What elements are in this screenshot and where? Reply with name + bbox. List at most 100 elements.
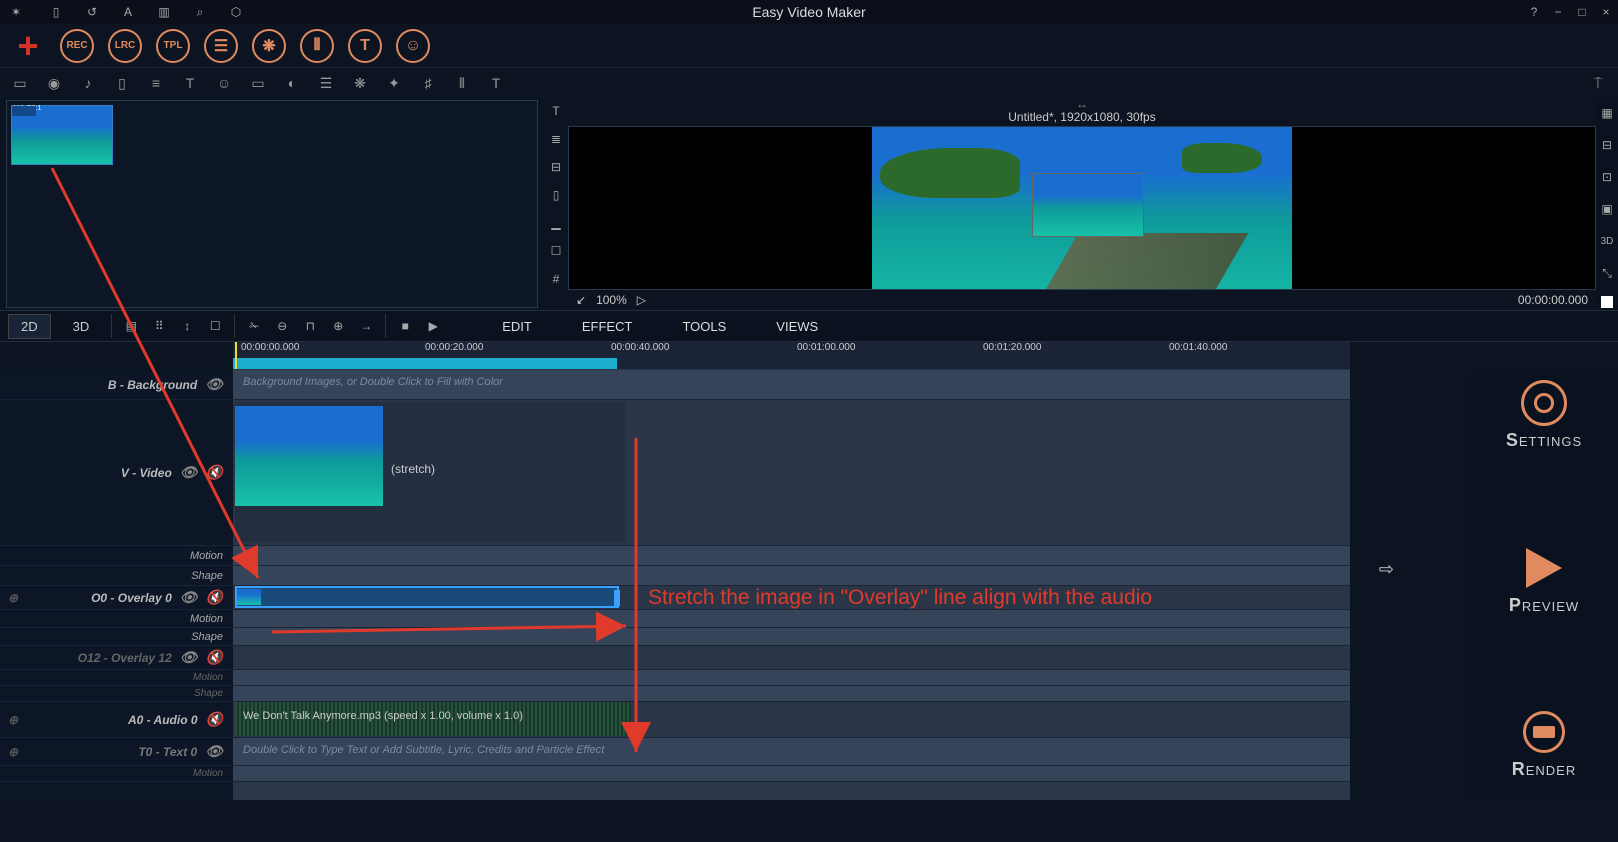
effect-button[interactable]: ❋ [252, 29, 286, 63]
tool-emoji-icon[interactable]: ☺ [214, 73, 234, 93]
views-menu[interactable]: VIEWS [766, 319, 828, 334]
track-row-motion[interactable] [233, 670, 1350, 686]
track-label-background[interactable]: B - Background 👁 [0, 370, 233, 400]
sidetool-bars-icon[interactable]: ▯ [547, 186, 565, 204]
rtool-3d-icon[interactable]: 3D [1598, 232, 1616, 250]
track-row-motion[interactable] [233, 546, 1350, 566]
mt-plus-icon[interactable]: ⊕ [329, 317, 347, 335]
tracks-content[interactable]: Background Images, or Double Click to Fi… [233, 370, 1350, 800]
track-row-text0[interactable]: Double Click to Type Text or Add Subtitl… [233, 738, 1350, 766]
maximize-icon[interactable]: □ [1574, 4, 1590, 20]
tool-list2-icon[interactable]: ☰ [316, 73, 336, 93]
sidetool-list-icon[interactable]: ≣ [547, 130, 565, 148]
eye-icon[interactable]: 👁 [205, 376, 223, 393]
preview-button[interactable]: ⇨ PREVIEW [1509, 545, 1579, 616]
sidetool-ruler-icon[interactable]: ⊟ [547, 158, 565, 176]
track-row-shape[interactable] [233, 628, 1350, 646]
mute-icon[interactable]: 🔇 [206, 589, 223, 606]
tool-battery-icon[interactable]: ▭ [248, 73, 268, 93]
sidetool-box-icon[interactable]: ☐ [547, 242, 565, 260]
sidetool-text-icon[interactable]: T [547, 102, 565, 120]
edit-icon[interactable]: A [120, 4, 136, 20]
track-label-video[interactable]: V - Video 👁 🔇 [0, 400, 233, 546]
list-button[interactable]: ☰ [204, 29, 238, 63]
track-label-motion[interactable]: Motion [0, 670, 233, 686]
search-icon[interactable]: ⌕ [192, 4, 208, 20]
render-button[interactable]: RENDER [1512, 709, 1577, 780]
equalize-button[interactable]: ⦀ [300, 29, 334, 63]
add-media-button[interactable]: + [10, 28, 46, 64]
track-row-motion[interactable] [233, 610, 1350, 628]
mt-box-icon[interactable]: ☐ [206, 317, 224, 335]
track-row-motion[interactable] [233, 766, 1350, 782]
help-icon[interactable]: ? [1526, 4, 1542, 20]
tool-puzzle-icon[interactable]: ✦ [384, 73, 404, 93]
track-label-overlay12[interactable]: O12 - Overlay 12 👁 🔇 [0, 646, 233, 670]
tool-mic-icon[interactable]: ⍑ [1588, 73, 1608, 93]
mt-link-icon[interactable]: ⊓ [301, 317, 319, 335]
resize-handle-icon[interactable]: ↔ [568, 98, 1596, 110]
track-label-shape[interactable]: Shape [0, 628, 233, 646]
rec-button[interactable]: REC [60, 29, 94, 63]
tool-contrast-icon[interactable]: ◐ [282, 73, 302, 93]
track-label-text0[interactable]: ⊕ T0 - Text 0 👁 [0, 738, 233, 766]
edit-menu[interactable]: EDIT [492, 319, 542, 334]
sidetool-chart-icon[interactable]: ▁ [547, 214, 565, 232]
tool-rect-icon[interactable]: ▭ [10, 73, 30, 93]
media-bin[interactable]: V:1 O0:1 [6, 100, 538, 308]
track-label-motion[interactable]: Motion [0, 610, 233, 628]
layout-icon[interactable]: ▥ [156, 4, 172, 20]
view-2d-tab[interactable]: 2D [8, 314, 51, 339]
track-row-shape[interactable] [233, 686, 1350, 702]
tool-menu-icon[interactable]: ≡ [146, 73, 166, 93]
text-tool-button[interactable]: T [348, 29, 382, 63]
track-label-overlay0[interactable]: ⊕ O0 - Overlay 0 👁 🔇 [0, 586, 233, 610]
fit-icon[interactable]: ↙ [576, 293, 586, 307]
mute-icon[interactable]: 🔇 [206, 649, 223, 666]
track-row-overlay12[interactable] [233, 646, 1350, 670]
preview-canvas[interactable] [568, 126, 1596, 290]
track-label-motion[interactable]: Motion [0, 546, 233, 566]
track-row-audio0[interactable]: We Don't Talk Anymore.mp3 (speed x 1.00,… [233, 702, 1350, 738]
overlay-clip[interactable] [235, 586, 619, 608]
add-track-icon[interactable]: ⊕ [8, 745, 18, 759]
track-row-shape[interactable] [233, 566, 1350, 586]
add-track-icon[interactable]: ⊕ [8, 713, 18, 727]
tool-bars2-icon[interactable]: ⦀ [452, 73, 472, 93]
mt-updown-icon[interactable]: ↕ [178, 317, 196, 335]
close-icon[interactable]: × [1598, 4, 1614, 20]
mt-stop-icon[interactable]: ■ [396, 317, 414, 335]
rtool-align-icon[interactable]: ⊟ [1598, 136, 1616, 154]
add-track-icon[interactable]: ⊕ [8, 591, 18, 605]
minimize-icon[interactable]: − [1550, 4, 1566, 20]
track-row-background[interactable]: Background Images, or Double Click to Fi… [233, 370, 1350, 400]
timeline-ruler[interactable]: 00:00:00.000 00:00:20.000 00:00:40.000 0… [233, 342, 1350, 370]
track-row-overlay0[interactable] [233, 586, 1350, 610]
mt-grid-icon[interactable]: ⠿ [150, 317, 168, 335]
track-label-shape[interactable]: Shape [0, 566, 233, 586]
rtool-square-icon[interactable] [1601, 296, 1613, 308]
tpl-button[interactable]: TPL [156, 29, 190, 63]
sidetool-grid-icon[interactable]: # [547, 270, 565, 288]
rtool-fit-icon[interactable]: ⊡ [1598, 168, 1616, 186]
lrc-button[interactable]: LRC [108, 29, 142, 63]
video-clip[interactable]: (stretch) [235, 402, 625, 542]
tools-menu[interactable]: TOOLS [672, 319, 736, 334]
preview-play-icon[interactable]: ▷ [637, 293, 646, 307]
mute-icon[interactable]: 🔇 [206, 711, 223, 728]
view-3d-tab[interactable]: 3D [61, 315, 102, 338]
tool-camera-icon[interactable]: ◉ [44, 73, 64, 93]
eye-icon[interactable]: 👁 [180, 464, 198, 481]
tool-flower-icon[interactable]: ❋ [350, 73, 370, 93]
tool-bars-icon[interactable]: ▯ [112, 73, 132, 93]
person-button[interactable]: ☺ [396, 29, 430, 63]
shirt-icon[interactable]: ⬡ [228, 4, 244, 20]
eye-icon[interactable]: 👁 [180, 649, 198, 666]
eye-icon[interactable]: 👁 [205, 743, 223, 760]
file-icon[interactable]: ▯ [48, 4, 64, 20]
mt-minus-icon[interactable]: ⊖ [273, 317, 291, 335]
rtool-grid-icon[interactable]: ▦ [1598, 104, 1616, 122]
tool-hash-icon[interactable]: ♯ [418, 73, 438, 93]
mt-arrow-icon[interactable]: → [357, 317, 375, 335]
mt-page-icon[interactable]: ▤ [122, 317, 140, 335]
